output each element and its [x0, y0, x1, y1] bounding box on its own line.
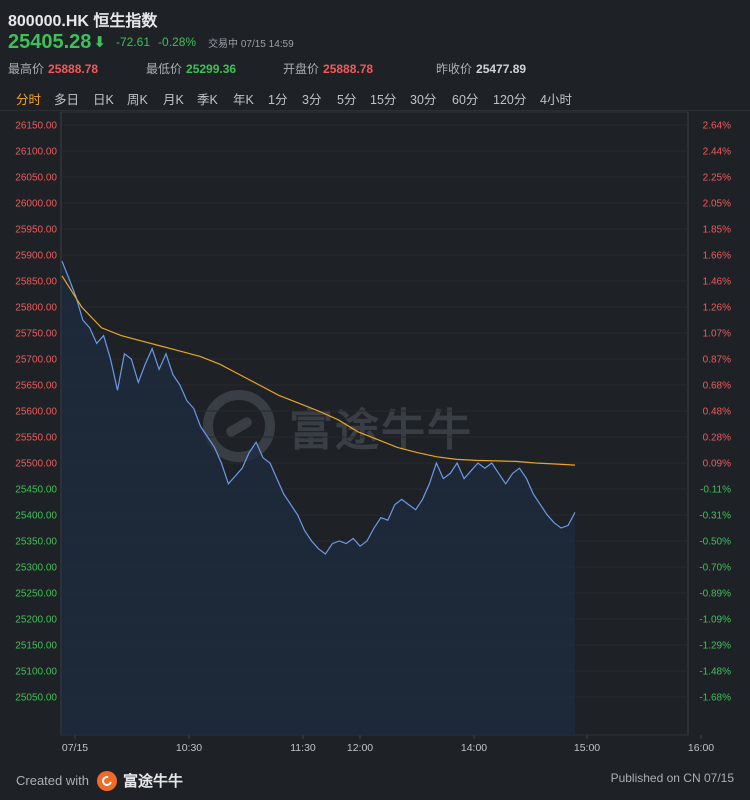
- y-tick-label: 25450.00: [15, 485, 57, 496]
- y-tick-label: 25600.00: [15, 407, 57, 418]
- y-tick-label-percent: -1.48%: [699, 667, 731, 678]
- y-tick-label: 25500.00: [15, 459, 57, 470]
- y-tick-label-percent: 0.87%: [703, 355, 731, 366]
- y-tick-label: 25400.00: [15, 511, 57, 522]
- y-tick-label: 25300.00: [15, 563, 57, 574]
- x-tick-label: 12:00: [347, 742, 373, 754]
- y-tick-label-percent: 0.28%: [703, 433, 731, 444]
- y-tick-label: 25150.00: [15, 641, 57, 652]
- y-tick-label: 25800.00: [15, 303, 57, 314]
- x-tick-label: 16:00: [688, 742, 714, 754]
- y-tick-label: 26100.00: [15, 147, 57, 158]
- footer-brand: 富途牛牛: [122, 773, 183, 790]
- x-axis-ticks: 07/15 10:30 11:30 12:00 14:00 15:00 16:00: [62, 735, 714, 754]
- y-tick-label-percent: -0.11%: [700, 485, 731, 496]
- y-tick-label: 26000.00: [15, 199, 57, 210]
- footer-published: Published on CN 07/15: [610, 771, 734, 785]
- y-tick-label: 25200.00: [15, 615, 57, 626]
- y-tick-label: 25750.00: [15, 329, 57, 340]
- y-tick-label: 25900.00: [15, 251, 57, 262]
- y-tick-label-percent: 1.26%: [703, 303, 731, 314]
- y-tick-label: 25850.00: [15, 277, 57, 288]
- y-tick-label: 26150.00: [15, 121, 57, 132]
- y-tick-label-percent: 1.07%: [703, 329, 731, 340]
- y-tick-label: 25700.00: [15, 355, 57, 366]
- futu-logo-icon: [96, 770, 117, 791]
- left-axis-ticks: 26150.00 26100.00 26050.00 26000.00 25950.00…: [15, 121, 57, 704]
- intraday-chart[interactable]: 26150.00 26100.00 26050.00 26000.00 25950.00…: [0, 0, 750, 800]
- y-tick-label: 25250.00: [15, 589, 57, 600]
- y-tick-label: 25350.00: [15, 537, 57, 548]
- y-tick-label: 25550.00: [15, 433, 57, 444]
- y-tick-label: 25650.00: [15, 381, 57, 392]
- y-tick-label-percent: 0.68%: [703, 381, 731, 392]
- y-tick-label: 25100.00: [15, 667, 57, 678]
- y-tick-label-percent: -0.50%: [699, 537, 731, 548]
- y-tick-label-percent: -1.29%: [699, 641, 731, 652]
- y-tick-label-percent: 0.48%: [703, 407, 731, 418]
- price-area: [62, 261, 575, 735]
- y-tick-label-percent: 2.05%: [703, 199, 731, 210]
- x-tick-label: 15:00: [574, 742, 600, 754]
- y-tick-label-percent: -0.89%: [699, 589, 731, 600]
- y-tick-label-percent: -1.09%: [699, 615, 731, 626]
- y-tick-label-percent: 2.25%: [703, 173, 731, 184]
- y-tick-label-percent: 1.46%: [703, 277, 731, 288]
- y-tick-label: 26050.00: [15, 173, 57, 184]
- y-tick-label-percent: 2.44%: [703, 147, 731, 158]
- x-tick-label: 10:30: [176, 742, 202, 754]
- y-tick-label-percent: 2.64%: [703, 121, 731, 132]
- y-tick-label-percent: 0.09%: [703, 459, 731, 470]
- y-tick-label: 25050.00: [15, 693, 57, 704]
- x-tick-label: 07/15: [62, 742, 88, 754]
- y-tick-label-percent: -0.31%: [699, 511, 731, 522]
- x-tick-label: 14:00: [461, 742, 487, 754]
- x-tick-label: 11:30: [290, 742, 316, 754]
- y-tick-label-percent: -1.68%: [699, 693, 731, 704]
- created-with-label: Created with: [16, 773, 89, 788]
- y-tick-label-percent: 1.85%: [703, 225, 731, 236]
- y-tick-label-percent: 1.66%: [703, 251, 731, 262]
- y-tick-label-percent: -0.70%: [699, 563, 731, 574]
- right-axis-ticks: 2.64% 2.44% 2.25% 2.05% 1.85% 1.66% 1.46% 1.26%…: [699, 121, 731, 704]
- y-tick-label: 25950.00: [15, 225, 57, 236]
- footer-created-with: Created with 富途牛牛: [16, 770, 183, 791]
